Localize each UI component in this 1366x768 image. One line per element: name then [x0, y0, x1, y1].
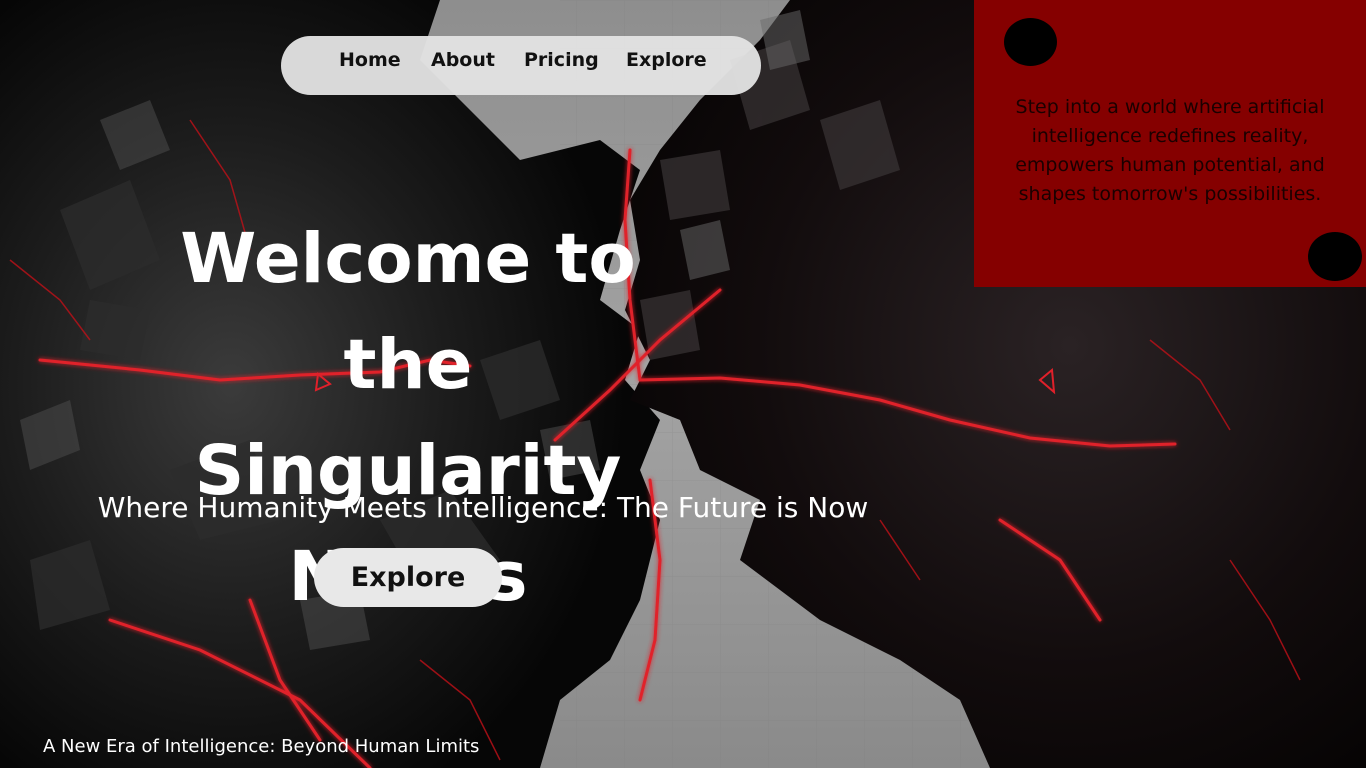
decor-dot-top-icon	[1004, 18, 1057, 66]
nav-home-link[interactable]: Home	[339, 36, 401, 95]
info-panel-text: Step into a world where artificial intel…	[1015, 96, 1325, 205]
hero-page: Home About Pricing Explore Step into a w…	[0, 0, 1366, 768]
top-nav: Home About Pricing Explore	[281, 36, 761, 95]
info-panel: Step into a world where artificial intel…	[974, 0, 1366, 287]
nav-about-link[interactable]: About	[431, 36, 495, 95]
nav-pricing-link[interactable]: Pricing	[524, 36, 599, 95]
footer-tagline: A New Era of Intelligence: Beyond Human …	[43, 736, 480, 757]
hero-subtitle: Where Humanity Meets Intelligence: The F…	[97, 491, 869, 524]
explore-button[interactable]: Explore	[314, 548, 502, 607]
decor-dot-bottom-icon	[1308, 232, 1362, 281]
hero-title-line: Welcome to the	[180, 219, 636, 406]
nav-explore-link[interactable]: Explore	[626, 36, 707, 95]
